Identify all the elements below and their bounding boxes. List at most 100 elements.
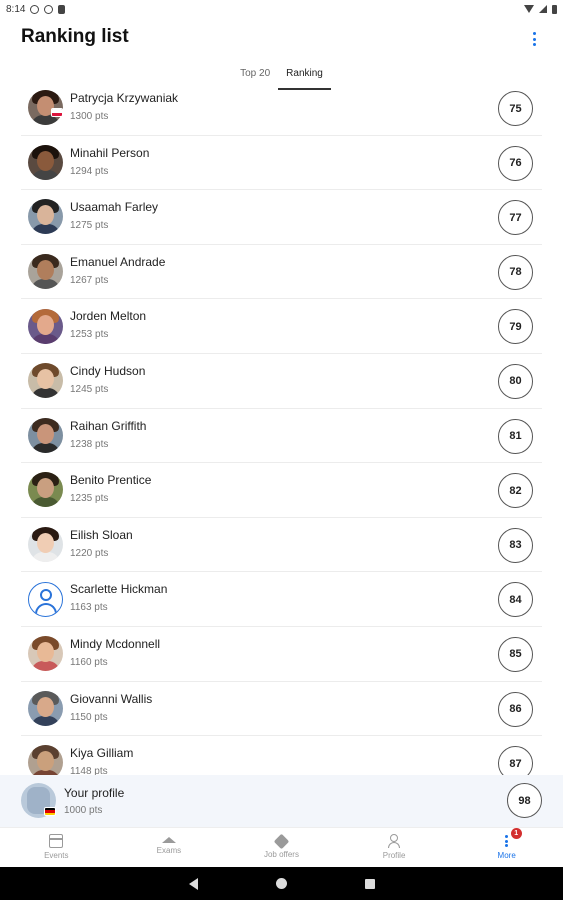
- player-points: 1245 pts: [70, 383, 109, 395]
- person-icon: [387, 834, 401, 848]
- system-navigation-bar: [0, 867, 563, 900]
- back-icon[interactable]: [188, 877, 198, 890]
- player-points: 1253 pts: [70, 329, 109, 341]
- rank-badge: 80: [498, 363, 533, 399]
- overflow-menu-icon[interactable]: [529, 30, 539, 48]
- recent-apps-icon[interactable]: [364, 878, 375, 889]
- ranking-row[interactable]: Raihan Griffith 1238 pts 81: [21, 409, 542, 464]
- avatar: [28, 636, 63, 672]
- rank-badge: 85: [498, 636, 533, 672]
- nav-profile[interactable]: Profile: [338, 828, 451, 867]
- vpn-icon: [44, 4, 54, 14]
- rank-badge: 82: [498, 473, 533, 509]
- nav-more[interactable]: 1 More: [450, 828, 563, 867]
- rank-badge: 81: [498, 418, 533, 454]
- rank-badge: 75: [498, 91, 533, 126]
- avatar: [28, 363, 63, 399]
- rank-badge: 78: [498, 254, 533, 290]
- home-icon[interactable]: [275, 878, 287, 889]
- sim-icon: [58, 4, 66, 14]
- rank-badge: 84: [498, 582, 533, 618]
- player-name: Raihan Griffith: [70, 418, 147, 433]
- rank-badge: 77: [498, 200, 533, 236]
- avatar: [28, 417, 63, 453]
- avatar: [28, 472, 63, 508]
- your-profile-label: Your profile: [64, 786, 125, 800]
- player-points: 1220 pts: [70, 547, 109, 559]
- player-points: 1300 pts: [70, 111, 109, 122]
- player-name: Mindy Mcdonnell: [70, 636, 161, 651]
- nav-job-offers[interactable]: Job offers: [225, 828, 338, 867]
- app-header: Ranking list: [0, 22, 563, 58]
- player-points: 1163 pts: [70, 602, 108, 614]
- calendar-icon: [49, 834, 64, 848]
- player-name: Kiya Gilliam: [70, 746, 134, 761]
- page-title: Ranking list: [21, 26, 129, 47]
- ranking-row[interactable]: Minahil Person 1294 pts 76: [21, 136, 542, 191]
- player-points: 1160 pts: [70, 656, 108, 668]
- avatar: [28, 690, 63, 726]
- rank-badge: 76: [498, 145, 533, 181]
- sync-icon: [30, 4, 40, 14]
- player-points: 1150 pts: [70, 711, 108, 723]
- player-points: 1235 pts: [70, 493, 109, 505]
- germany-flag-icon: [44, 807, 56, 816]
- your-profile-points: 1000 pts: [64, 805, 103, 816]
- bottom-navigation: Events Exams Job offers Profile 1 More: [0, 827, 563, 867]
- ranking-list[interactable]: Patrycja Krzywaniak 1300 pts 75 Minahil Per…: [21, 81, 542, 776]
- rank-badge: 87: [498, 746, 533, 776]
- player-name: Minahil Person: [70, 145, 150, 160]
- nav-exams[interactable]: Exams: [113, 828, 226, 867]
- nav-events-label: Events: [44, 851, 69, 860]
- your-profile-row[interactable]: Your profile 1000 pts 98: [0, 775, 563, 827]
- player-points: 1275 pts: [70, 220, 109, 232]
- ranking-row[interactable]: Usaamah Farley 1275 pts 77: [21, 190, 542, 245]
- player-name: Usaamah Farley: [70, 200, 159, 215]
- nav-job-offers-label: Job offers: [263, 850, 299, 859]
- ranking-row[interactable]: Giovanni Wallis 1150 pts 86: [21, 682, 542, 737]
- ranking-row[interactable]: Kiya Gilliam 1148 pts 87: [21, 736, 542, 776]
- graduation-cap-icon: [161, 837, 176, 843]
- player-name: Emanuel Andrade: [70, 254, 166, 269]
- player-points: 1267 pts: [70, 274, 109, 286]
- player-name: Giovanni Wallis: [70, 691, 153, 706]
- avatar: [28, 308, 63, 344]
- default-avatar-icon: [28, 581, 63, 617]
- player-name: Cindy Hudson: [70, 363, 146, 378]
- your-profile-rank-badge: 98: [507, 783, 542, 818]
- player-name: Benito Prentice: [70, 473, 152, 488]
- player-name: Jorden Melton: [70, 309, 147, 324]
- player-points: 1294 pts: [70, 165, 109, 177]
- player-points: 1238 pts: [70, 438, 109, 450]
- notification-badge: 1: [510, 828, 522, 839]
- nav-more-label: More: [497, 851, 516, 860]
- status-time: 8:14: [6, 3, 26, 15]
- player-name: Patrycja Krzywaniak: [70, 91, 179, 105]
- ranking-row[interactable]: Scarlette Hickman 1163 pts 84: [21, 572, 542, 627]
- status-bar: 8:14: [0, 0, 563, 18]
- wifi-icon: [524, 5, 534, 13]
- status-right: [524, 4, 557, 14]
- nav-profile-label: Profile: [382, 851, 406, 860]
- ranking-row[interactable]: Mindy Mcdonnell 1160 pts 85: [21, 627, 542, 682]
- tag-icon: [273, 833, 290, 850]
- battery-icon: [552, 4, 557, 14]
- status-left: 8:14: [6, 3, 66, 15]
- ranking-row[interactable]: Patrycja Krzywaniak 1300 pts 75: [21, 81, 542, 136]
- poland-flag-icon: [51, 108, 63, 117]
- avatar: [28, 254, 63, 290]
- avatar: [28, 144, 63, 180]
- ranking-row[interactable]: Jorden Melton 1253 pts 79: [21, 299, 542, 354]
- ranking-row[interactable]: Emanuel Andrade 1267 pts 78: [21, 245, 542, 300]
- ranking-row[interactable]: Eilish Sloan 1220 pts 83: [21, 518, 542, 573]
- player-name: Eilish Sloan: [70, 527, 133, 542]
- ranking-row[interactable]: Benito Prentice 1235 pts 82: [21, 463, 542, 518]
- nav-events[interactable]: Events: [0, 828, 113, 867]
- signal-icon: [539, 5, 547, 13]
- ranking-row[interactable]: Cindy Hudson 1245 pts 80: [21, 354, 542, 409]
- player-name: Scarlette Hickman: [70, 582, 168, 597]
- rank-badge: 86: [498, 691, 533, 727]
- avatar: [28, 199, 63, 235]
- rank-badge: 83: [498, 527, 533, 563]
- avatar: [28, 527, 63, 563]
